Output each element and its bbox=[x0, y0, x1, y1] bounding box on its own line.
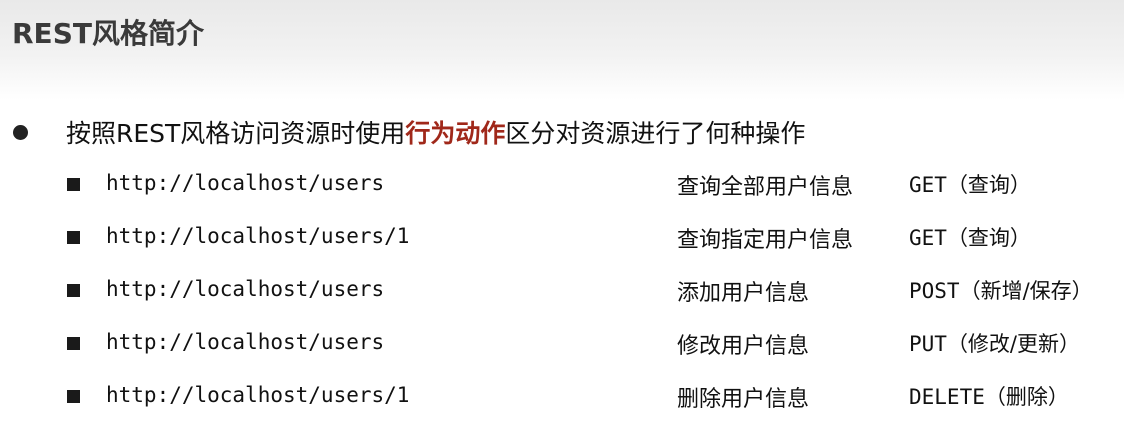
intro-bullet: 按照REST风格访问资源时使用行为动作区分对资源进行了何种操作 bbox=[0, 110, 1124, 154]
http-method: GET（查询） bbox=[909, 169, 1031, 199]
list-item: http://localhost/users/1 查询指定用户信息 GET（查询… bbox=[0, 217, 1124, 257]
intro-text-before: 按照REST风格访问资源时使用 bbox=[66, 119, 406, 148]
square-bullet-icon bbox=[67, 231, 80, 244]
api-description: 添加用户信息 bbox=[677, 281, 810, 306]
http-verb: PUT bbox=[909, 332, 947, 356]
http-verb: GET bbox=[909, 226, 947, 250]
api-description: 查询指定用户信息 bbox=[677, 228, 854, 253]
api-url: http://localhost/users bbox=[106, 171, 385, 195]
http-method: PUT（修改/更新） bbox=[909, 328, 1080, 358]
list-item: http://localhost/users 修改用户信息 PUT（修改/更新） bbox=[0, 323, 1124, 363]
intro-text-after: 区分对资源进行了何种操作 bbox=[505, 119, 806, 148]
list-item: http://localhost/users 查询全部用户信息 GET（查询） bbox=[0, 164, 1124, 204]
list-item: http://localhost/users 添加用户信息 POST（新增/保存… bbox=[0, 270, 1124, 310]
square-bullet-icon bbox=[67, 390, 80, 403]
square-bullet-icon bbox=[67, 178, 80, 191]
http-method: DELETE（删除） bbox=[909, 381, 1069, 411]
api-url: http://localhost/users bbox=[106, 330, 385, 354]
round-bullet-icon bbox=[13, 125, 28, 140]
title-bar: REST风格简介 bbox=[0, 0, 1124, 100]
method-note: （修改/更新） bbox=[946, 332, 1081, 356]
api-description: 修改用户信息 bbox=[677, 334, 810, 359]
api-url: http://localhost/users bbox=[106, 277, 385, 301]
http-verb: POST bbox=[909, 279, 960, 303]
api-url: http://localhost/users/1 bbox=[106, 224, 410, 248]
http-method: GET（查询） bbox=[909, 222, 1031, 252]
api-description: 查询全部用户信息 bbox=[677, 175, 854, 200]
api-url: http://localhost/users/1 bbox=[106, 383, 410, 407]
square-bullet-icon bbox=[67, 284, 80, 297]
method-note: （新增/保存） bbox=[959, 279, 1093, 303]
method-note: （查询） bbox=[946, 226, 1031, 250]
intro-highlight: 行为动作 bbox=[405, 119, 506, 148]
method-note: （删除） bbox=[984, 385, 1069, 409]
square-bullet-icon bbox=[67, 337, 80, 350]
http-method: POST（新增/保存） bbox=[909, 275, 1093, 305]
http-verb: GET bbox=[909, 173, 947, 197]
slide: REST风格简介 按照REST风格访问资源时使用行为动作区分对资源进行了何种操作… bbox=[0, 0, 1124, 422]
http-verb: DELETE bbox=[909, 385, 985, 409]
intro-text: 按照REST风格访问资源时使用行为动作区分对资源进行了何种操作 bbox=[66, 114, 805, 150]
api-description: 删除用户信息 bbox=[677, 387, 810, 412]
method-note: （查询） bbox=[946, 173, 1031, 197]
slide-title: REST风格简介 bbox=[12, 17, 204, 50]
list-item: http://localhost/users/1 删除用户信息 DELETE（删… bbox=[0, 376, 1124, 416]
